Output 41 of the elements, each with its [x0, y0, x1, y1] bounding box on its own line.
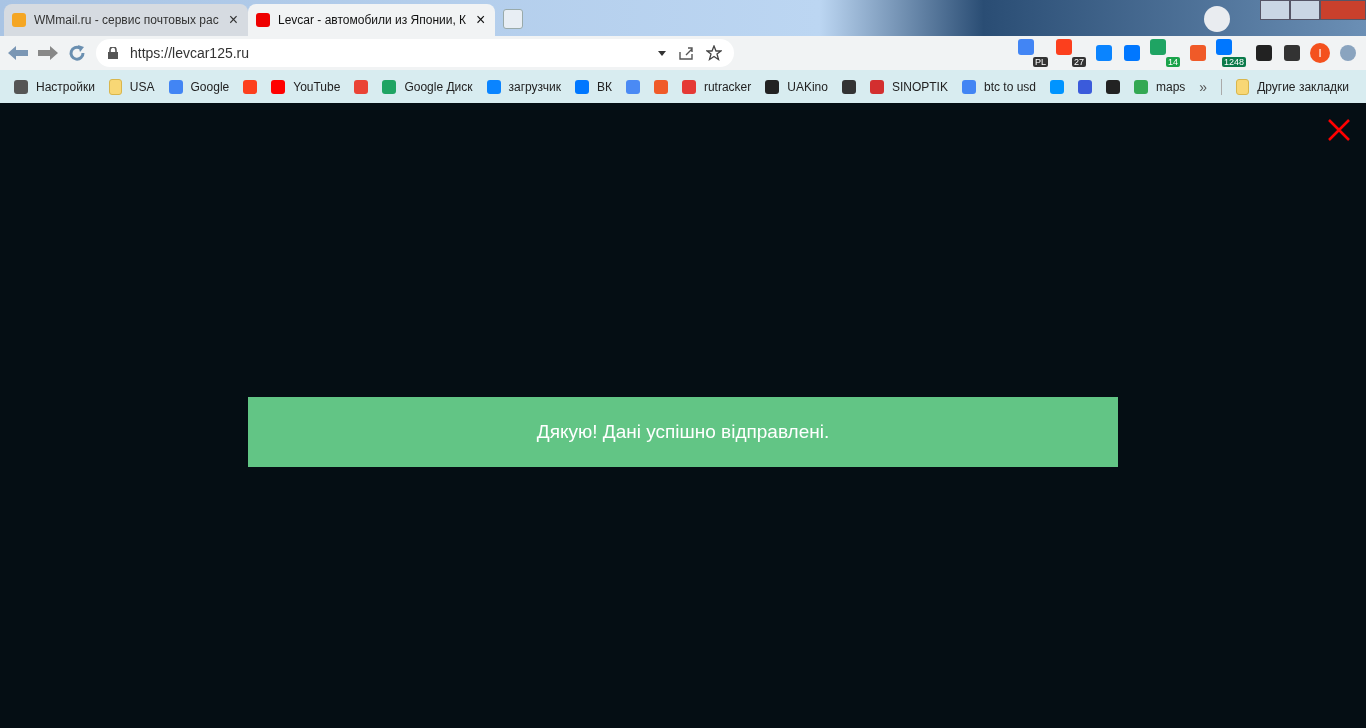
bookmark-link[interactable]: Настройки — [14, 79, 95, 94]
bookmark-link[interactable]: rutracker — [681, 79, 752, 94]
bookmark-link[interactable]: загрузчик — [486, 79, 561, 94]
bookmark-icon[interactable] — [1106, 79, 1120, 94]
bookmark-link[interactable]: UAKino — [765, 79, 828, 94]
caret-icon[interactable] — [658, 50, 666, 56]
bookmark-link[interactable]: YouTube — [271, 79, 341, 94]
bookmark-link[interactable]: Google Диск — [382, 79, 473, 94]
bookmark-folder[interactable]: USA — [108, 78, 155, 95]
share-icon[interactable] — [678, 45, 694, 61]
lock-icon — [108, 47, 118, 59]
extension-icon[interactable] — [1282, 43, 1302, 63]
browser-tab[interactable]: WMmail.ru - сервис почтовых рас × — [4, 4, 248, 36]
forward-arrow-icon[interactable] — [38, 46, 58, 60]
bookmark-link[interactable]: ВК — [574, 79, 612, 94]
bookmark-link[interactable]: Google — [168, 79, 230, 94]
extension-badge: PL — [1033, 57, 1048, 67]
star-icon[interactable] — [706, 45, 722, 61]
back-arrow-icon[interactable] — [8, 46, 28, 60]
minimize-button[interactable] — [1260, 0, 1290, 20]
bookmark-link[interactable]: SINOPTIK — [869, 79, 948, 94]
bookmark-link[interactable]: maps — [1134, 79, 1186, 94]
extension-badge: 14 — [1166, 57, 1180, 67]
success-message: Дякую! Дані успішно відправлені. — [248, 396, 1118, 467]
bookmark-folder[interactable]: Другие закладки — [1236, 78, 1350, 95]
close-tab-button[interactable]: × — [474, 11, 488, 29]
favicon-icon — [12, 13, 26, 27]
more-bookmarks-button[interactable]: » — [1199, 78, 1208, 95]
extension-badge: 27 — [1072, 57, 1086, 67]
bookmark-link[interactable]: btc to usd — [961, 79, 1036, 94]
favicon-icon — [256, 13, 270, 27]
extension-badge: 1248 — [1221, 57, 1246, 67]
new-tab-icon[interactable] — [503, 9, 524, 29]
close-icon[interactable] — [1328, 119, 1350, 141]
reload-icon[interactable] — [68, 44, 86, 62]
close-tab-button[interactable]: × — [226, 11, 240, 29]
browser-tab[interactable]: Levcar - автомобили из Японии, К × — [248, 4, 496, 36]
bookmark-icon[interactable] — [841, 79, 856, 94]
restore-button[interactable] — [1290, 0, 1320, 20]
extension-icon[interactable] — [1254, 43, 1274, 63]
address-bar[interactable]: https://levcar125.ru — [96, 39, 734, 67]
